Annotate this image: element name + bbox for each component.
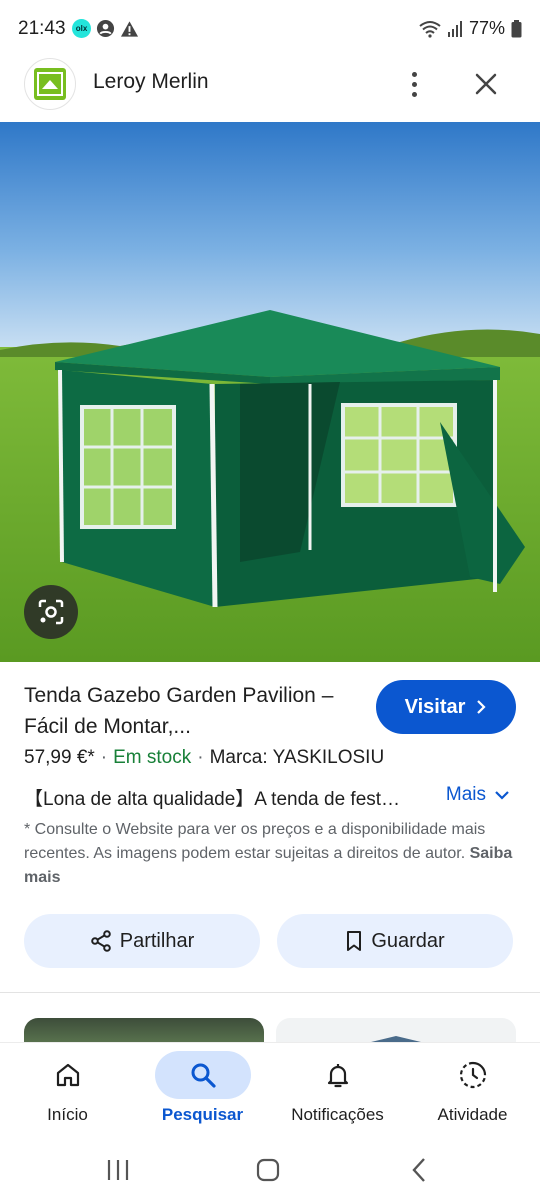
price-disclaimer: * Consulte o Website para ver os preços … [24,818,524,890]
nav-home[interactable]: Início [0,1043,135,1141]
olx-icon: olx [72,19,91,38]
close-icon[interactable] [468,66,504,102]
signal-icon [447,20,462,37]
product-description: 【Lona de alta qualidade】A tenda de fest… [24,789,401,810]
share-icon [90,930,111,952]
recent-apps-icon[interactable] [100,1152,136,1188]
leroy-merlin-logo [24,58,76,110]
system-navigation-bar [0,1140,540,1200]
status-system-icons: 77% [419,18,522,39]
app-header: Leroy Merlin [0,58,540,122]
visit-label: Visitar [404,695,466,718]
status-bar: 21:43 olx 77% [0,0,540,58]
logo-house-icon [37,72,63,96]
more-dot [411,71,417,77]
lens-icon [38,599,64,625]
bell-icon [327,1064,348,1088]
product-meta: 57,99 €* · Em stock · Marca: YASKILOSIU [24,747,384,769]
back-icon[interactable] [402,1152,438,1188]
more-label: Mais [445,784,486,805]
bookmark-icon [347,931,362,951]
alert-icon [120,20,139,37]
product-title[interactable]: Tenda Gazebo Garden Pavilion – Fácil de … [24,680,364,742]
divider [0,992,540,993]
chevron-down-icon [495,791,509,800]
activity-icon [459,1061,486,1089]
status-time: 21:43 [18,18,66,39]
product-price: 57,99 €* [24,747,95,768]
search-icon [191,1063,216,1088]
nav-search-label: Pesquisar [161,1105,244,1124]
product-image[interactable] [0,122,540,662]
tent-photo [0,122,540,662]
nav-notifications-label: Notificações [291,1105,384,1124]
nav-home-label: Início [47,1105,88,1124]
battery-percent: 77% [468,18,505,38]
battery-icon [511,19,522,37]
nav-activity[interactable]: Atividade [405,1043,540,1141]
home-icon [56,1063,79,1087]
account-icon [96,19,115,38]
bottom-navigation: Início Pesquisar Notificações Atividade [0,1042,540,1140]
visit-button[interactable]: Visitar [376,680,516,734]
site-name: Leroy Merlin [93,70,209,93]
nav-activity-label: Atividade [437,1105,508,1124]
google-lens-button[interactable] [24,585,78,639]
more-details-button[interactable]: Mais [446,784,510,806]
product-description-row: 【Lona de alta qualidade】A tenda de fest…… [24,784,516,812]
nav-notifications[interactable]: Notificações [270,1043,405,1141]
home-button-icon[interactable] [250,1152,286,1188]
meta-separator: · [100,747,108,768]
more-dot [411,81,417,87]
product-brand: Marca: YASKILOSIU [209,747,385,768]
chevron-right-icon [477,700,486,714]
wifi-icon [419,20,441,38]
share-label: Partilhar [119,929,195,952]
disclaimer-text: * Consulte o Website para ver os preços … [24,821,486,862]
share-button[interactable]: Partilhar [24,914,260,968]
stock-status: Em stock [113,747,192,768]
status-notification-icons: olx [72,19,139,38]
nav-search[interactable]: Pesquisar [135,1043,270,1141]
more-options-button[interactable] [398,66,430,102]
meta-separator: · [197,747,204,768]
more-dot [411,91,417,97]
save-button[interactable]: Guardar [277,914,513,968]
save-label: Guardar [371,929,445,952]
